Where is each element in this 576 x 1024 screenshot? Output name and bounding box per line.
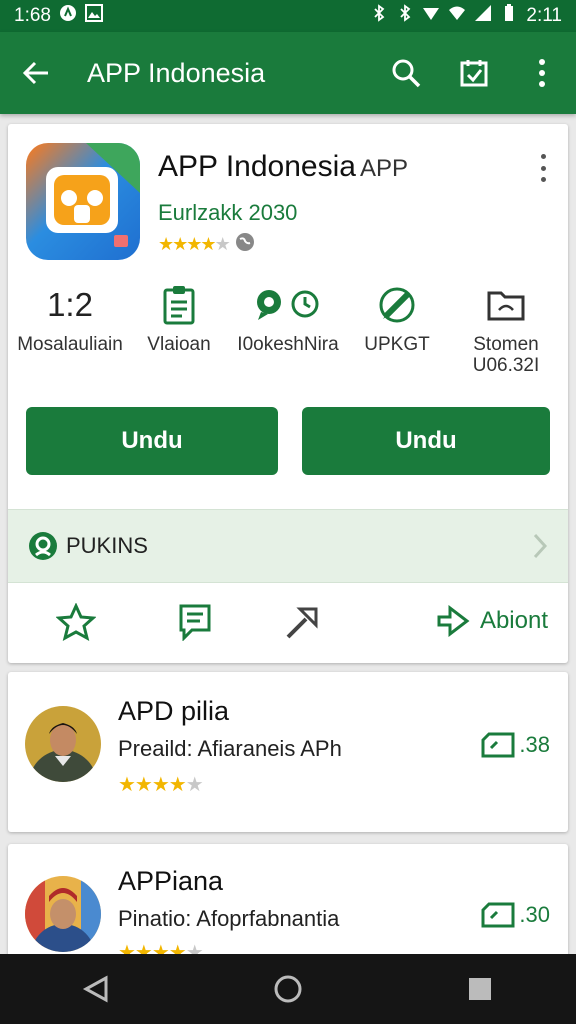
avatar [25,706,101,782]
app-stats-row: 1:2 Mosalauliain Vlaioan I0okeshNira UPK… [16,282,560,376]
rating-stars: ★★★★★ [158,234,231,254]
review-card[interactable]: APPiana Pinatio: Afoprfabnantia ★★★★★ .3… [8,844,568,964]
ticket-icon [481,732,515,758]
avatar [25,876,101,952]
calendar-check-icon [460,60,488,87]
star-icon[interactable] [55,602,97,646]
battery-icon [500,4,518,28]
chat-clock-icon [257,290,319,320]
actions-row: Abiont [8,583,568,663]
stat-label: I0okeshNira [237,334,339,355]
nav-recents-button[interactable] [440,954,520,1024]
stat-label: Vlaioan [147,334,211,355]
globe-icon [235,232,255,257]
wifi-icon [448,4,466,28]
app-title: APP Indonesia APP [158,150,408,183]
chevron-right-icon [533,533,548,559]
stat-label: Stomen U06.32I [472,334,540,376]
stat-category[interactable]: Vlaioan [125,282,233,376]
tag-arrow-icon [437,605,470,637]
review-count-value: .38 [519,732,550,757]
account-circle-icon [29,532,57,560]
cellular-icon [474,4,492,28]
triangle-back-icon [82,975,108,1003]
folder-icon [487,291,525,321]
clipboard-icon [163,286,195,325]
my-apps-button[interactable] [440,32,508,114]
promo-banner[interactable]: PUKINS [8,509,568,583]
stat-size[interactable]: Stomen U06.32I [452,282,560,376]
install-button-left[interactable]: Undu [26,407,278,475]
search-button[interactable] [372,32,440,114]
square-recents-icon [469,978,491,1000]
app-bar: APP Indonesia [0,32,576,114]
about-button[interactable]: Abiont [436,605,548,637]
review-helpful-count[interactable]: .38 [481,732,550,758]
back-button[interactable] [0,32,72,114]
ticket-icon [481,902,515,928]
edit-icon [379,287,415,323]
install-button-right[interactable]: Undu [302,407,550,475]
promo-banner-text: PUKINS [66,533,148,558]
nav-home-button[interactable] [248,954,328,1024]
stat-rating[interactable]: UPKGT [343,282,451,376]
review-text: Pinatio: Afoprfabnantia [118,906,340,931]
about-label: Abiont [479,607,548,634]
app-bar-title: APP Indonesia [87,57,266,88]
bluetooth-icon-2 [396,4,414,28]
stat-label: Mosalauliain [17,334,123,355]
review-author: APPiana [118,866,224,896]
image-icon [84,4,103,28]
system-nav-bar [0,954,576,1024]
arrow-back-icon [22,61,48,85]
app-rating: ★★★★★ [158,232,255,257]
share-icon[interactable] [284,603,322,646]
nav-back-button[interactable] [56,954,136,1024]
stat-label: UPKGT [364,334,430,355]
status-time-right: 2:11 [526,5,562,26]
signal-icon [422,4,440,28]
app-details-card: APP Indonesia APP Eurlzakk 2030 ★★★★★ 1:2… [8,124,568,663]
review-stars: ★★★★★ [118,774,204,796]
review-author: APD pilia [118,696,230,726]
developer-link[interactable]: Eurlzakk 2030 [158,200,297,226]
overflow-menu-button[interactable] [508,32,576,114]
app-title-suffix: APP [359,155,408,182]
review-icon[interactable] [178,603,212,646]
stat-reviews[interactable]: I0okeshNira [234,282,342,376]
search-icon [392,59,421,88]
stat-downloads: 1:2 Mosalauliain [16,282,124,376]
circle-home-icon [274,975,302,1003]
review-helpful-count[interactable]: .30 [481,902,550,928]
status-bar: 1:68 2:11 [0,0,576,32]
review-count-value: .30 [519,902,550,927]
stat-value: 1:2 [47,286,93,323]
bluetooth-icon [370,4,388,28]
app-logo [26,143,140,260]
app-more-button[interactable] [536,154,550,182]
review-text: Preaild: Afiaraneis APh [118,736,342,761]
status-time-left: 1:68 [14,5,51,26]
review-card[interactable]: APD pilia Preaild: Afiaraneis APh ★★★★★ … [8,672,568,832]
notification-icon [59,4,77,28]
more-vertical-icon [539,59,545,87]
